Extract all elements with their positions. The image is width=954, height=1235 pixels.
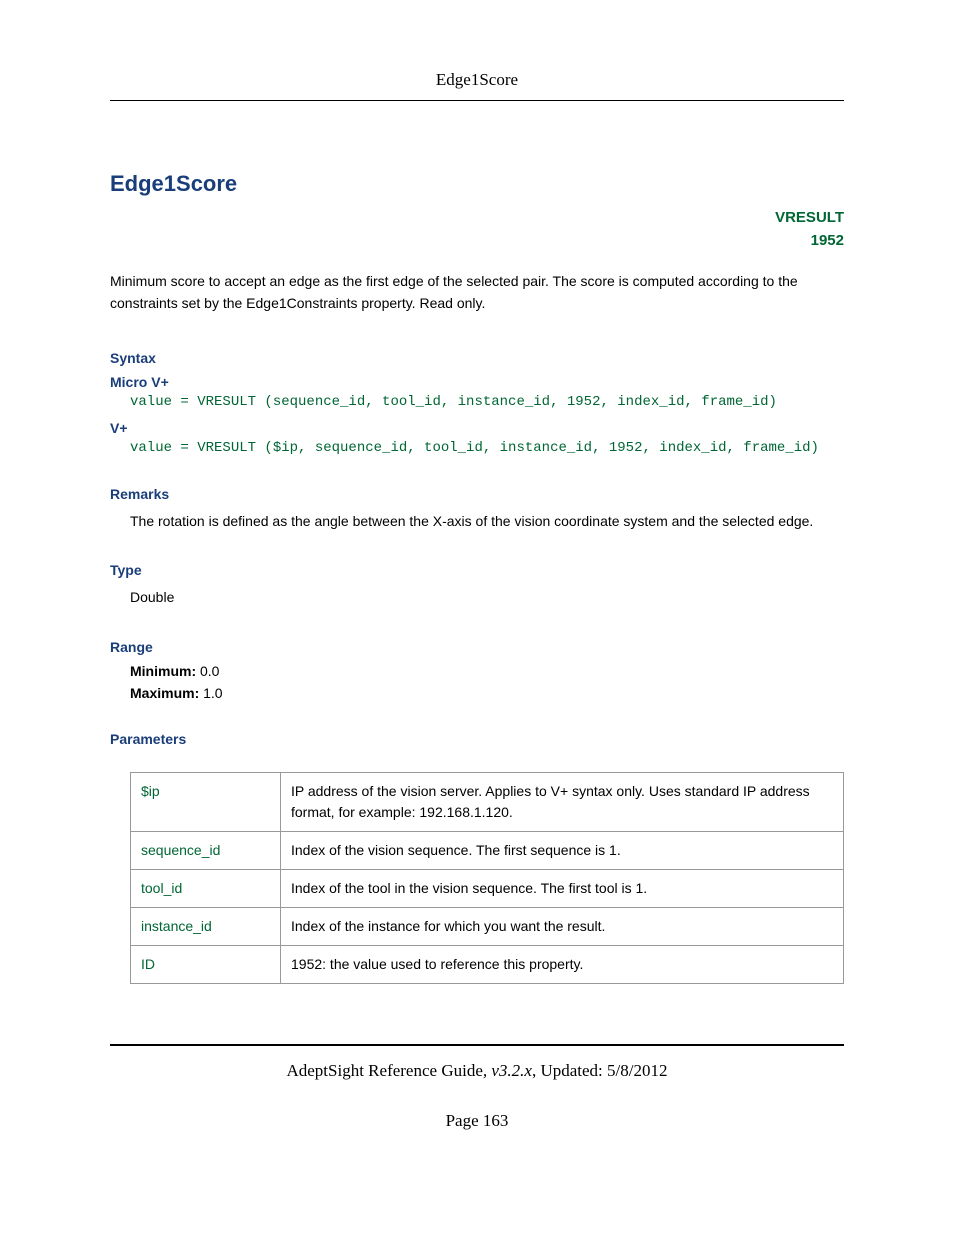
range-heading: Range xyxy=(110,639,844,655)
range-min-value: 0.0 xyxy=(200,663,219,679)
remarks-text: The rotation is defined as the angle bet… xyxy=(130,510,844,532)
footer-updated-label: Updated: xyxy=(540,1061,602,1080)
param-desc: 1952: the value used to reference this p… xyxy=(281,945,844,983)
vresult-label: VRESULT xyxy=(110,207,844,230)
running-header: Edge1Score xyxy=(110,70,844,101)
page-label: Page xyxy=(446,1111,479,1130)
table-row: $ip IP address of the vision server. App… xyxy=(131,772,844,831)
micro-vplus-label: Micro V+ xyxy=(110,374,844,390)
parameters-table: $ip IP address of the vision server. App… xyxy=(130,772,844,984)
page-footer: AdeptSight Reference Guide, v3.2.x, Upda… xyxy=(110,1044,844,1131)
syntax-heading: Syntax xyxy=(110,350,844,366)
range-max-value: 1.0 xyxy=(203,685,222,701)
range-min: Minimum: 0.0 xyxy=(130,663,844,679)
vplus-code: value = VRESULT ($ip, sequence_id, tool_… xyxy=(130,440,844,456)
range-max: Maximum: 1.0 xyxy=(130,685,844,701)
page-title: Edge1Score xyxy=(110,171,844,197)
table-row: ID 1952: the value used to reference thi… xyxy=(131,945,844,983)
vresult-code: 1952 xyxy=(110,230,844,253)
micro-vplus-code: value = VRESULT (sequence_id, tool_id, i… xyxy=(130,394,844,410)
param-name: tool_id xyxy=(131,869,281,907)
param-desc: Index of the vision sequence. The first … xyxy=(281,831,844,869)
param-desc: Index of the instance for which you want… xyxy=(281,907,844,945)
table-row: sequence_id Index of the vision sequence… xyxy=(131,831,844,869)
param-desc: Index of the tool in the vision sequence… xyxy=(281,869,844,907)
parameters-heading: Parameters xyxy=(110,731,844,747)
range-min-label: Minimum: xyxy=(130,663,196,679)
running-title: Edge1Score xyxy=(436,70,518,89)
table-row: tool_id Index of the tool in the vision … xyxy=(131,869,844,907)
param-desc: IP address of the vision server. Applies… xyxy=(281,772,844,831)
type-value: Double xyxy=(130,586,844,608)
description-text: Minimum score to accept an edge as the f… xyxy=(110,270,844,315)
remarks-heading: Remarks xyxy=(110,486,844,502)
param-name: instance_id xyxy=(131,907,281,945)
page-number: Page 163 xyxy=(110,1111,844,1131)
param-name: $ip xyxy=(131,772,281,831)
param-name: ID xyxy=(131,945,281,983)
footer-version: v3.2.x xyxy=(491,1061,532,1080)
range-max-label: Maximum: xyxy=(130,685,199,701)
table-row: instance_id Index of the instance for wh… xyxy=(131,907,844,945)
meta-block: VRESULT 1952 xyxy=(110,207,844,252)
param-name: sequence_id xyxy=(131,831,281,869)
type-heading: Type xyxy=(110,562,844,578)
footer-guide: AdeptSight Reference Guide, v3.2.x, Upda… xyxy=(286,1061,667,1080)
footer-updated-date: 5/8/2012 xyxy=(607,1061,667,1080)
vplus-label: V+ xyxy=(110,420,844,436)
page-num-value: 163 xyxy=(483,1111,509,1130)
footer-guide-name: AdeptSight Reference Guide xyxy=(286,1061,482,1080)
